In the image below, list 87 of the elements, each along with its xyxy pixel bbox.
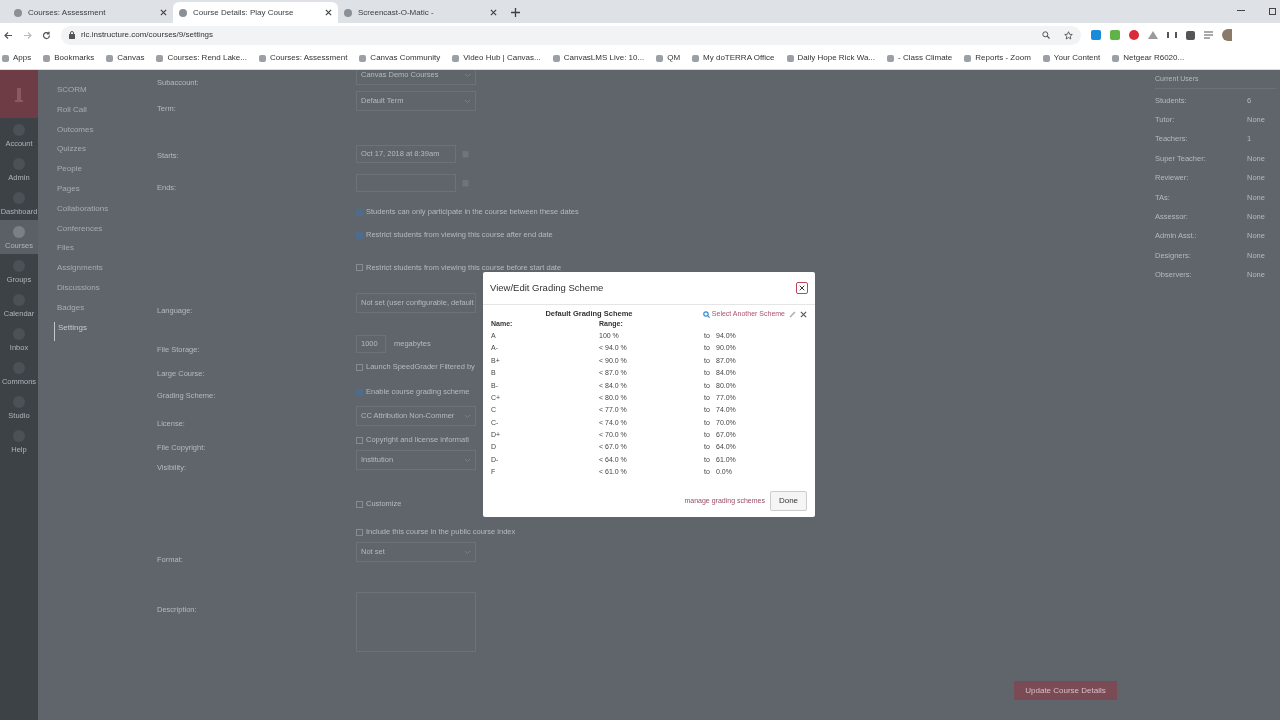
url-text: rlc.instructure.com/courses/9/settings [81,29,215,41]
tab-favicon-icon [179,8,187,17]
bookmark[interactable]: Courses: Assessment [259,52,348,64]
star-icon[interactable] [1064,30,1073,40]
tab-title: Screencast-O-Matic - [358,6,435,19]
avatar-icon[interactable] [1222,29,1232,41]
checkbox[interactable] [356,363,363,371]
bookmark[interactable]: Your Content [1042,52,1101,64]
bookmark-icon [359,54,367,62]
bookmark-icon [106,54,114,62]
bookmark[interactable]: Canvas Community [359,52,441,64]
course-nav-link[interactable]: Settings [54,321,150,342]
checkbox[interactable] [356,208,363,216]
bookmark[interactable]: CanvasLMS Live: 10... [552,52,645,64]
browser-tab[interactable]: Course Details: Play Course [173,2,338,23]
bookmark-icon [2,54,9,62]
tab-favicon-icon [14,8,22,17]
course-nav-link[interactable]: Pages [54,183,150,203]
checkbox[interactable] [356,264,363,271]
bookmark-icon [656,54,664,62]
nav-icon [13,225,25,238]
bookmark-icon [452,54,460,62]
checkbox[interactable] [356,231,363,239]
chevron-down-icon [464,413,471,419]
search-icon [702,310,710,318]
course-nav-link[interactable]: Files [54,242,150,263]
update-button[interactable]: Update Course Details [1014,681,1117,700]
bookmark[interactable]: Daily Hope Rick Wa... [786,52,875,64]
address-field[interactable]: rlc.instructure.com/courses/9/settings [61,25,1081,45]
bookmark-icon [887,54,894,62]
new-tab-icon[interactable] [511,8,520,17]
checkbox[interactable] [356,500,363,508]
tab-title: Courses: Assessment [28,6,107,19]
bookmark[interactable]: Netgear R6020... [1112,52,1185,64]
forward-icon[interactable] [23,30,32,40]
bookmark-icon [43,54,51,62]
bookmark-icon [552,54,560,62]
chevron-down-icon [464,72,471,78]
bookmark[interactable]: Courses: Rend Lake... [156,52,247,64]
course-nav-link[interactable]: Badges [54,301,150,322]
browser-tab[interactable]: Courses: Assessment [8,2,173,23]
dialog-title: View/Edit Grading Scheme [490,280,604,295]
bookmark-icon [964,54,972,62]
bookmark[interactable]: Canvas [106,52,145,64]
bookmark-icon [786,54,794,62]
bookmark[interactable]: - Class Climate [887,52,953,64]
close-icon[interactable] [800,310,807,318]
bookmark[interactable]: QM [656,52,681,64]
bookmark-icon [692,54,700,62]
checkbox[interactable] [356,528,363,536]
search-icon[interactable] [1042,31,1050,39]
tab-favicon-icon [344,8,352,17]
bookmark[interactable]: Apps [2,52,32,64]
bookmark-icon [1112,54,1120,62]
bookmark[interactable]: Video Hub | Canvas... [452,52,541,64]
reload-icon[interactable] [42,30,51,40]
chevron-down-icon [464,457,471,463]
close-icon[interactable] [490,9,497,16]
course-nav-link[interactable]: Outcomes [54,123,150,144]
menu-icon[interactable] [1204,31,1213,39]
bookmark-icon [259,54,266,62]
bookmark-icon [156,54,164,62]
course-nav-link[interactable]: People [54,163,150,183]
course-nav-link[interactable]: Conferences [54,222,150,243]
course-nav-link[interactable]: Quizzes [54,143,150,164]
close-icon[interactable] [325,9,332,16]
course-nav-link[interactable]: Assignments [54,262,150,282]
chevron-down-icon [464,549,471,555]
back-icon[interactable] [4,30,13,40]
tower-icon [13,86,25,102]
lock-icon [69,31,75,39]
course-nav-link[interactable]: Collaborations [54,202,150,223]
restore-icon[interactable] [1269,8,1276,15]
puzzle-icon[interactable] [1186,30,1195,40]
course-nav-link[interactable]: SCORM [54,84,150,104]
checkbox[interactable] [356,388,363,396]
chevron-down-icon [464,98,471,104]
done-button[interactable]: Done [770,491,807,511]
bookmark[interactable]: My doTERRA Office [692,52,775,64]
tab-title: Course Details: Play Course [193,6,295,19]
bookmark[interactable]: Bookmarks [43,52,95,64]
bookmark-icon [1042,54,1050,62]
bookmark[interactable]: Reports - Zoom [964,52,1031,64]
logo-block[interactable] [0,70,38,118]
close-icon[interactable] [160,9,167,16]
checkbox[interactable] [356,436,363,444]
browser-tab[interactable]: Screencast-O-Matic - [338,2,503,23]
